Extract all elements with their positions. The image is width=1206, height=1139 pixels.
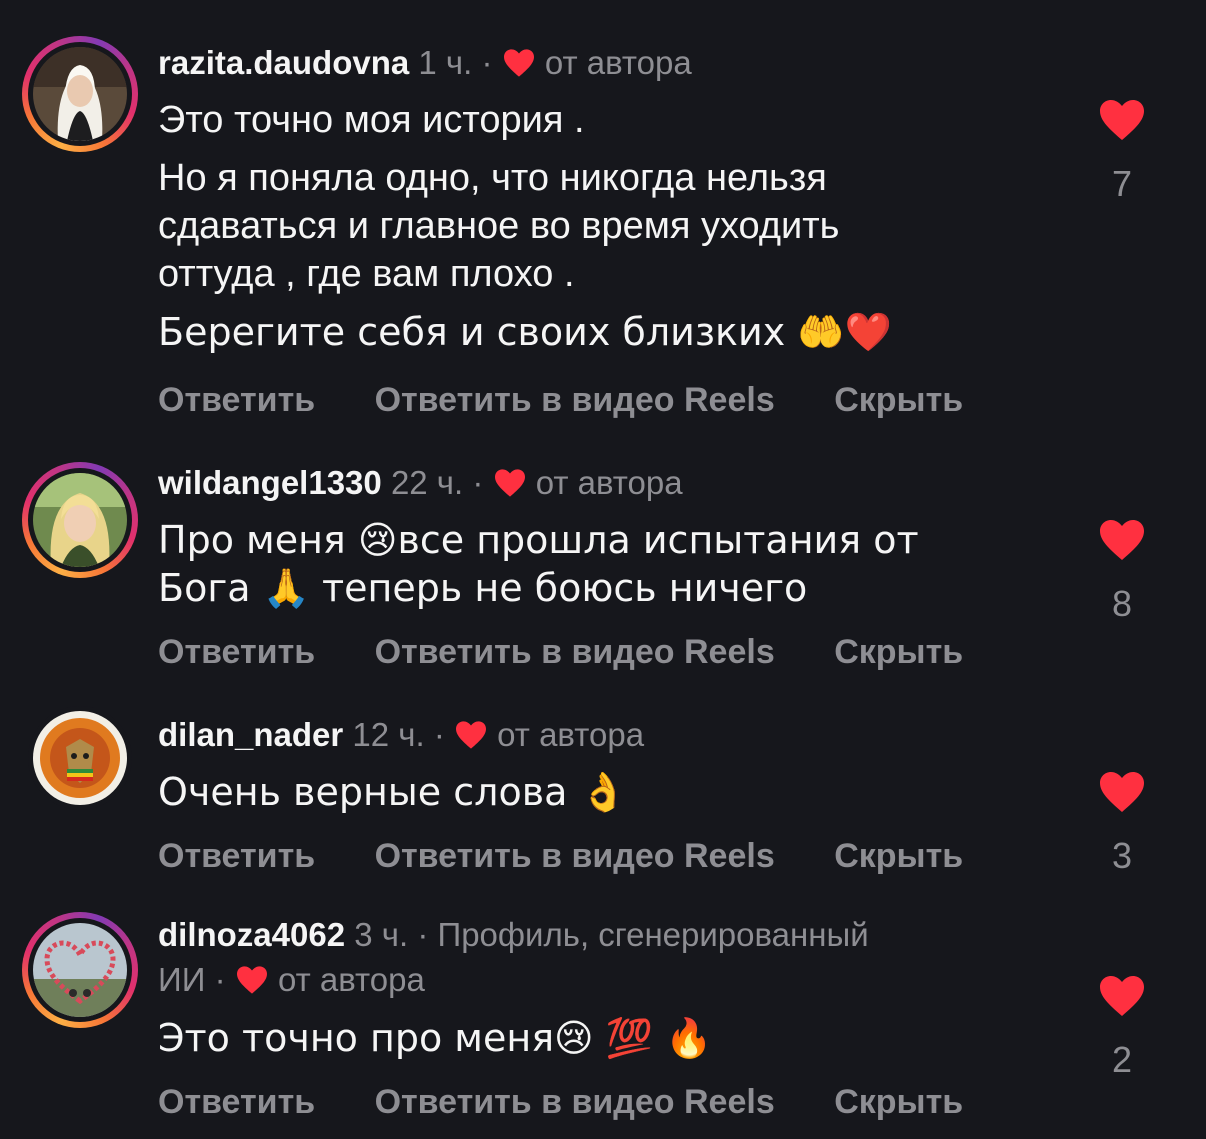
reply-button[interactable]: Ответить	[158, 1083, 315, 1121]
hide-button[interactable]: Скрыть	[834, 837, 963, 875]
like-heart-icon[interactable]	[1098, 518, 1146, 562]
comment-time: 12 ч.	[352, 716, 425, 753]
comment-text: Очень верные слова 👌	[158, 768, 627, 816]
avatar-photo-icon	[33, 473, 127, 567]
comment-paragraph: Очень верные слова 👌	[158, 770, 627, 814]
like-control: 3	[1092, 770, 1152, 876]
avatar-photo-icon	[33, 923, 127, 1017]
like-count: 8	[1111, 583, 1133, 624]
username[interactable]: dilnoza4062	[158, 916, 345, 953]
username[interactable]: dilan_nader	[158, 716, 343, 753]
avatar-photo-icon	[33, 47, 127, 141]
username[interactable]: wildangel1330	[158, 464, 382, 501]
comment-meta: dilnoza4062 3 ч. · Профиль, сгенерирован…	[158, 916, 869, 953]
like-control: 2	[1092, 974, 1152, 1080]
comment-paragraph: Но я поняла одно, что никогда нельзя	[158, 157, 827, 199]
hide-button[interactable]: Скрыть	[834, 633, 963, 671]
by-author-label: от автора	[497, 716, 645, 753]
like-control: 8	[1092, 518, 1152, 624]
comment-paragraph: Это точно моя история .	[158, 99, 585, 141]
like-heart-icon[interactable]	[1098, 770, 1146, 814]
username[interactable]: razita.daudovna	[158, 44, 409, 81]
comment-meta-line-2: ИИ · от автора	[158, 961, 425, 998]
like-heart-icon[interactable]	[1098, 98, 1146, 142]
comment-time: 1 ч.	[418, 44, 473, 81]
author-heart-icon	[503, 49, 534, 77]
comment-paragraph: оттуда , где вам плохо .	[158, 253, 575, 295]
reply-button[interactable]: Ответить	[158, 837, 315, 875]
comment-text: Это точно моя история . Но я поняла одно…	[158, 96, 892, 356]
by-author-label: от автора	[544, 44, 692, 81]
comment-time: 22 ч.	[390, 464, 464, 501]
reply-reels-button[interactable]: Ответить в видео Reels	[375, 1083, 775, 1121]
like-count: 7	[1111, 163, 1133, 204]
reply-button[interactable]: Ответить	[158, 633, 315, 671]
like-count: 3	[1111, 835, 1133, 876]
ai-profile-label: Профиль, сгенерированный	[437, 916, 869, 953]
like-count: 2	[1111, 1039, 1133, 1080]
comment-actions: Ответить Ответить в видео Reels Скрыть	[158, 834, 1013, 878]
comment-meta: dilan_nader 12 ч. · от автора	[158, 716, 645, 753]
avatar-photo-icon	[33, 711, 127, 805]
by-author-label: от автора	[535, 464, 683, 501]
comment-paragraph: Про меня 😢все прошла испытания от	[158, 518, 919, 562]
reply-button[interactable]: Ответить	[158, 381, 315, 419]
avatar[interactable]	[22, 462, 138, 578]
reply-reels-button[interactable]: Ответить в видео Reels	[375, 633, 775, 671]
comment-paragraph: Это точно про меня😢 💯 🔥	[158, 1016, 713, 1060]
avatar[interactable]	[22, 36, 138, 152]
reply-reels-button[interactable]: Ответить в видео Reels	[375, 837, 775, 875]
comment-text: Про меня 😢все прошла испытания от Бога 🙏…	[158, 516, 919, 612]
comment-actions: Ответить Ответить в видео Reels Скрыть	[158, 630, 1013, 674]
comment-text: Это точно про меня😢 💯 🔥	[158, 1014, 712, 1062]
author-heart-icon	[494, 469, 525, 497]
comment-meta: razita.daudovna 1 ч. · от автора	[158, 44, 692, 81]
author-heart-icon	[456, 721, 486, 749]
comment-paragraph: сдаваться и главное во время уходить	[158, 205, 840, 247]
like-control: 7	[1092, 98, 1152, 204]
hide-button[interactable]: Скрыть	[834, 381, 963, 419]
by-author-label: от автора	[277, 961, 425, 998]
comment-paragraph: Берегите себя и своих близких 🤲❤️	[158, 310, 892, 354]
comment-meta: wildangel1330 22 ч. · от автора	[158, 464, 683, 501]
avatar[interactable]	[22, 912, 138, 1028]
author-heart-icon	[236, 966, 267, 994]
comment-actions: Ответить Ответить в видео Reels Скрыть	[158, 1080, 1013, 1124]
reply-reels-button[interactable]: Ответить в видео Reels	[375, 381, 775, 419]
comment-actions: Ответить Ответить в видео Reels Скрыть	[158, 378, 1013, 422]
hide-button[interactable]: Скрыть	[834, 1083, 963, 1121]
comment-time: 3 ч.	[354, 916, 409, 953]
avatar[interactable]	[22, 700, 138, 816]
comment-paragraph: Бога 🙏 теперь не боюсь ничего	[158, 566, 808, 610]
like-heart-icon[interactable]	[1098, 974, 1146, 1018]
ai-profile-label-2: ИИ	[158, 961, 206, 998]
